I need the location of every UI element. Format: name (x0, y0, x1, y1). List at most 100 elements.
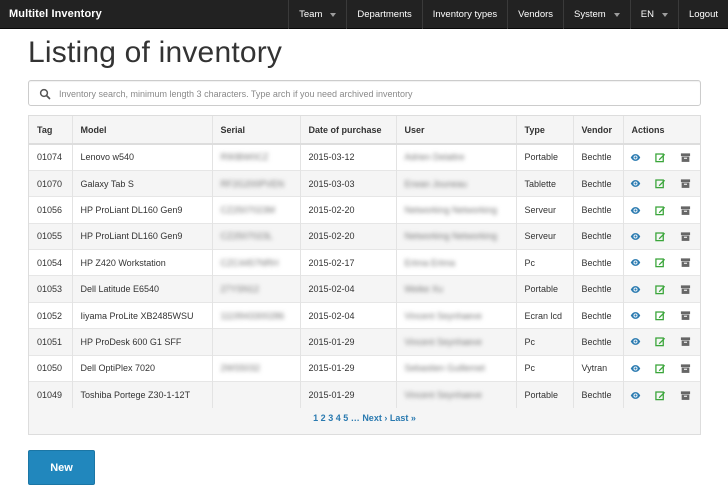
cell-vendor: Bechtle (573, 196, 624, 224)
page-link-1[interactable]: 1 (313, 413, 318, 423)
eye-icon[interactable] (630, 363, 641, 374)
cell-actions (623, 328, 700, 356)
column-header-type[interactable]: Type (516, 116, 574, 145)
cell-type: Pc (516, 354, 574, 382)
edit-icon[interactable] (654, 284, 666, 295)
cell-vendor: Vytran (573, 354, 624, 382)
column-header-date[interactable]: Date of purchase (300, 116, 397, 145)
user-value: Networking Networking (404, 204, 498, 215)
archive-icon[interactable] (680, 205, 691, 216)
cell-vendor: Bechtle (573, 381, 624, 408)
cell-model: Toshiba Portege Z30-1-12T (72, 381, 213, 408)
nav-logout-label: Logout (688, 9, 718, 20)
serial-value: CZC4457NRH (220, 257, 279, 268)
archive-icon[interactable] (680, 257, 691, 268)
page-link-4[interactable]: 4 (336, 413, 341, 423)
nav-vendors[interactable]: Vendors (507, 0, 563, 29)
nav-language[interactable]: EN (629, 0, 678, 29)
table-row: 01055 HP ProLiant DL160 Gen9 CZ2507023L 201… (29, 222, 700, 250)
cell-date: 2015-01-29 (300, 381, 397, 408)
table-row: 01056 HP ProLiant DL160 Gen9 CZ2507023M 201… (29, 196, 700, 224)
column-header-model[interactable]: Model (72, 116, 213, 145)
edit-icon[interactable] (654, 390, 666, 401)
table-row: 01054 HP Z420 Workstation CZC4457NRH 2015-0… (29, 249, 700, 276)
user-value: Weike Xu (404, 284, 443, 295)
nav-departments-label: Departments (357, 9, 412, 20)
edit-icon[interactable] (654, 363, 666, 374)
nav-language-label: EN (640, 9, 654, 20)
eye-icon[interactable] (630, 390, 641, 401)
column-header-vendor[interactable]: Vendor (573, 116, 624, 145)
nav-system[interactable]: System (563, 0, 630, 29)
eye-icon[interactable] (630, 284, 641, 295)
page-ellipsis: … (350, 413, 360, 423)
archive-icon[interactable] (680, 231, 691, 242)
column-header-serial[interactable]: Serial (212, 116, 301, 145)
eye-icon[interactable] (630, 231, 641, 242)
cell-date: 2015-02-04 (300, 275, 397, 303)
eye-icon[interactable] (630, 152, 641, 163)
edit-icon[interactable] (654, 178, 666, 189)
cell-type: Serveur (516, 196, 574, 224)
cell-date: 2015-03-03 (300, 169, 397, 197)
table-row: 01052 Iiyama ProLite XB2485WSU 11199433002… (29, 301, 700, 329)
column-header-tag[interactable]: Tag (29, 116, 73, 145)
search-input[interactable] (59, 85, 689, 102)
cell-user: Weike Xu (396, 275, 517, 303)
nav-logout[interactable]: Logout (677, 0, 728, 29)
page-link-2[interactable]: 2 (321, 413, 326, 423)
nav-vendors-label: Vendors (518, 9, 554, 20)
chevron-down-icon (661, 12, 668, 17)
user-value: Networking Networking (404, 231, 498, 242)
serial-value: R90BW0CZ (220, 152, 269, 163)
cell-date: 2015-02-04 (300, 301, 397, 329)
cell-model: HP ProLiant DL160 Gen9 (72, 222, 213, 250)
edit-icon[interactable] (654, 336, 666, 347)
cell-user: Networking Networking (396, 196, 517, 224)
edit-icon[interactable] (654, 152, 666, 163)
user-value: Sebastien Guillemet (404, 363, 486, 374)
chevron-down-icon (330, 12, 337, 17)
edit-icon[interactable] (654, 231, 666, 242)
archive-icon[interactable] (680, 336, 691, 347)
archive-icon[interactable] (680, 363, 691, 374)
last-page-link[interactable]: Last » (390, 413, 416, 423)
archive-icon[interactable] (680, 390, 691, 401)
archive-icon[interactable] (680, 310, 691, 321)
cell-type: Portable (516, 381, 574, 408)
cell-serial: 1119943300286 (212, 301, 301, 329)
cell-serial: CZ2507023L (212, 222, 301, 250)
eye-icon[interactable] (630, 178, 641, 189)
edit-icon[interactable] (654, 257, 666, 268)
cell-date: 2015-03-12 (300, 143, 397, 171)
cell-serial: CZC4457NRH (212, 249, 301, 276)
serial-value: 2WS5032 (220, 363, 261, 374)
cell-serial: RF2G200PVEN (212, 169, 301, 197)
eye-icon[interactable] (630, 205, 641, 216)
new-inventory-button[interactable]: New (28, 450, 95, 485)
edit-icon[interactable] (654, 205, 666, 216)
nav-team[interactable]: Team (288, 0, 346, 29)
eye-icon[interactable] (630, 310, 641, 321)
edit-icon[interactable] (654, 310, 666, 321)
cell-user: Sebastien Guillemet (396, 354, 517, 382)
cell-actions (623, 169, 700, 197)
archive-icon[interactable] (680, 152, 691, 163)
cell-user: Networking Networking (396, 222, 517, 250)
archive-icon[interactable] (680, 284, 691, 295)
nav-inventory-types[interactable]: Inventory types (421, 0, 507, 29)
nav-departments[interactable]: Departments (346, 0, 421, 29)
archive-icon[interactable] (680, 178, 691, 189)
cell-actions (623, 301, 700, 329)
eye-icon[interactable] (630, 257, 641, 268)
next-page-link[interactable]: Next › (362, 413, 387, 423)
page-link-3[interactable]: 3 (328, 413, 333, 423)
brand-link[interactable]: Multitel Inventory (9, 8, 102, 20)
column-header-user[interactable]: User (396, 116, 517, 145)
cell-tag: 01050 (29, 354, 73, 382)
page-link-5[interactable]: 5 (343, 413, 348, 423)
eye-icon[interactable] (630, 336, 641, 347)
table-row: 01050 Dell OptiPlex 7020 2WS5032 2015-01-29… (29, 354, 700, 382)
cell-tag: 01070 (29, 169, 73, 197)
cell-model: Dell Latitude E6540 (72, 275, 213, 303)
